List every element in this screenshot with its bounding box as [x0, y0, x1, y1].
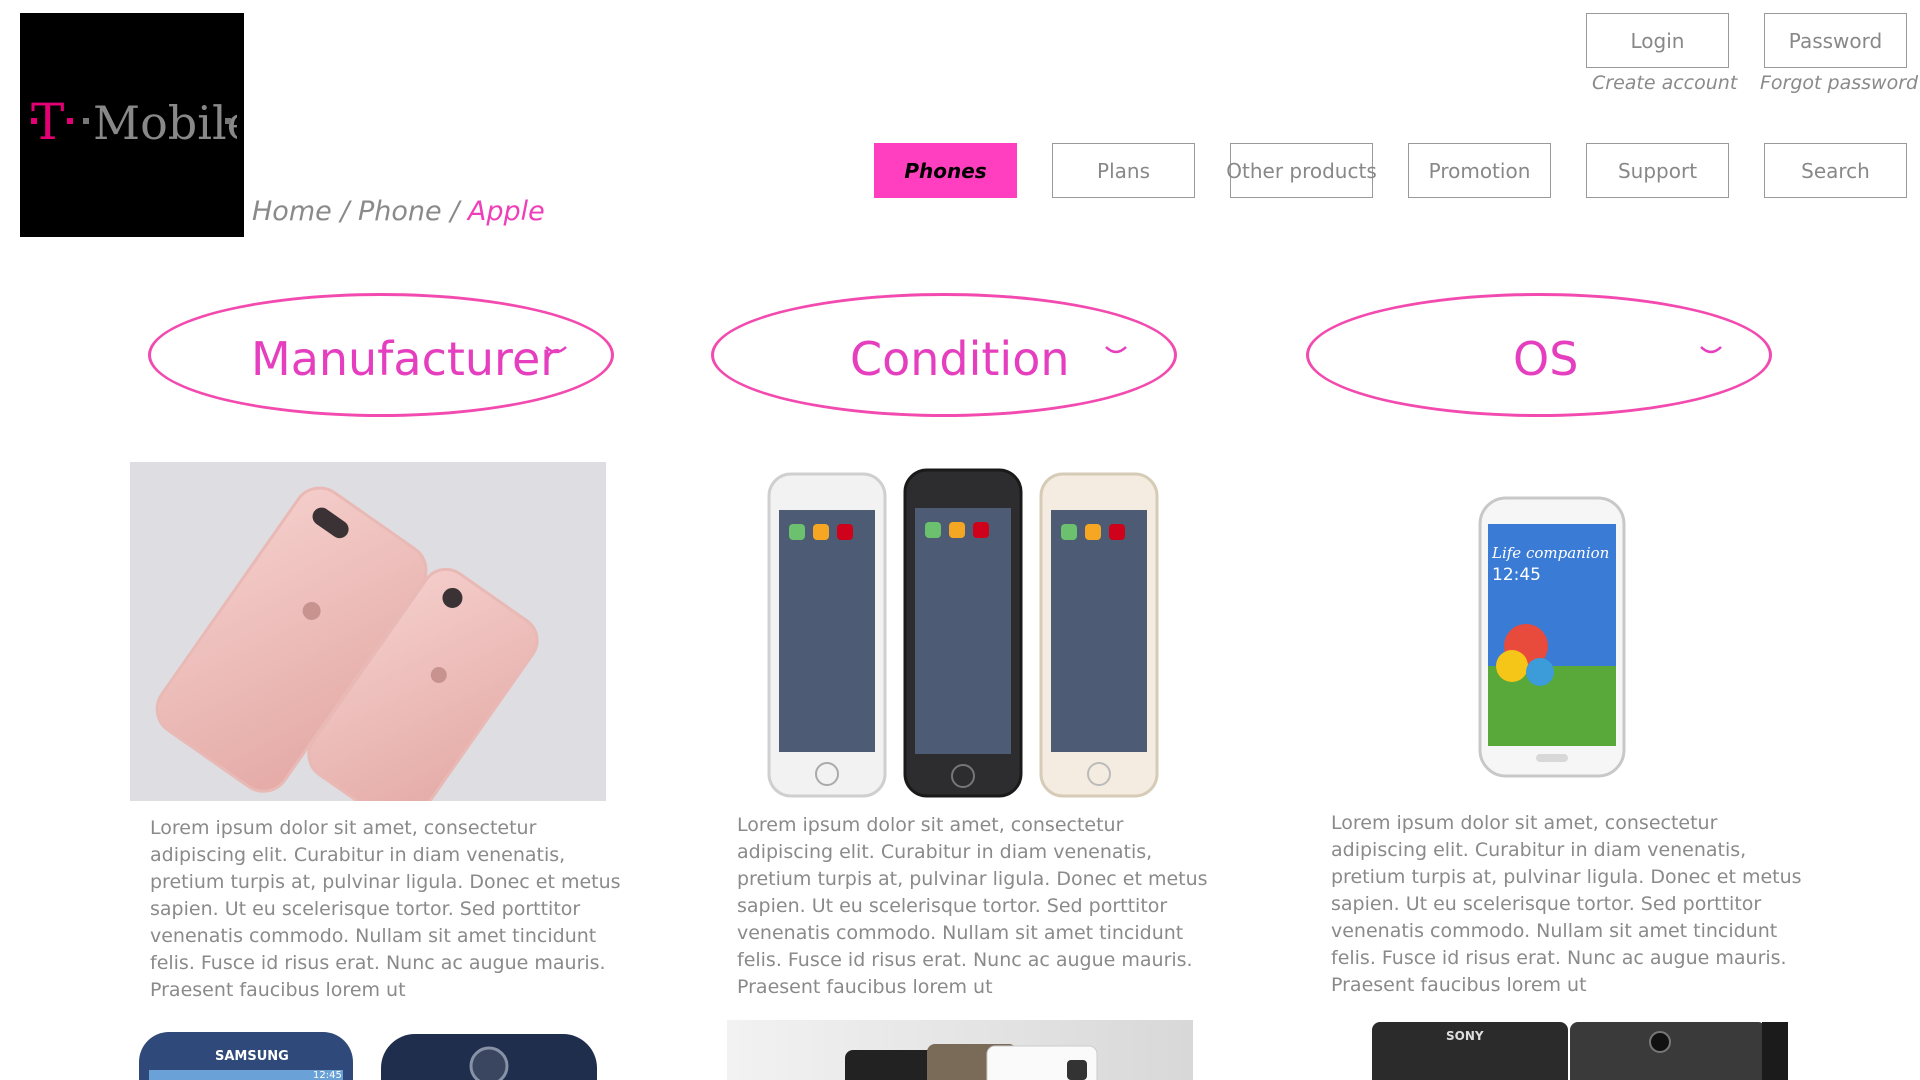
iphone-space-gray [903, 468, 1023, 798]
product-description: Lorem ipsum dolor sit amet, consectetur … [1331, 812, 1802, 996]
sony-xperia-image[interactable]: SONY [1370, 1020, 1790, 1080]
brand-text: SAMSUNG [215, 1049, 289, 1064]
create-account-link[interactable]: Create account [1592, 72, 1737, 94]
nav-search[interactable]: Search [1764, 143, 1907, 198]
breadcrumb-home[interactable]: Home [252, 196, 332, 227]
product-description: Lorem ipsum dolor sit amet, consectetur … [737, 814, 1208, 998]
brand-text: SONY [1446, 1029, 1484, 1043]
login-button[interactable]: Login [1586, 13, 1729, 68]
breadcrumb-current: Apple [467, 196, 545, 227]
breadcrumb-separator: / [331, 196, 358, 227]
product-description: Lorem ipsum dolor sit amet, consectetur … [150, 817, 621, 1001]
nav-phones[interactable]: Phones [874, 143, 1017, 198]
condition-filter[interactable]: Condition [711, 293, 1177, 417]
os-filter[interactable]: OS [1306, 293, 1772, 417]
manufacturer-filter[interactable]: Manufacturer [148, 293, 614, 417]
logo-graphic: T Mobile [31, 93, 237, 151]
screen-text: Life companion [1491, 544, 1609, 562]
screen-time: 12:45 [1492, 565, 1541, 585]
nav-promotion[interactable]: Promotion [1408, 143, 1551, 198]
forgot-password-link[interactable]: Forgot password [1760, 72, 1918, 94]
rose-gold-iphone-7-image[interactable] [130, 462, 606, 801]
chevron-down-icon [1700, 346, 1722, 354]
chevron-down-icon [545, 346, 567, 354]
breadcrumb-separator: / [441, 196, 468, 227]
screen-time: 12:45 [313, 1070, 342, 1080]
nav-support[interactable]: Support [1586, 143, 1729, 198]
nav-other-products[interactable]: Other products [1226, 143, 1377, 198]
samsung-galaxy-image[interactable]: SAMSUNG 12:45 [137, 1030, 597, 1080]
samsung-galaxy-s4-image[interactable]: Life companion 12:45 [1478, 496, 1626, 778]
filter-label: Manufacturer [251, 332, 560, 386]
filter-label: Condition [850, 332, 1070, 386]
svg-text:Mobile: Mobile [93, 96, 237, 150]
iphone-6-trio-image[interactable] [755, 460, 1175, 802]
iphone-silver [767, 472, 887, 798]
t-mobile-logo[interactable]: T Mobile [20, 13, 244, 237]
chevron-down-icon [1105, 346, 1127, 354]
breadcrumb-phone[interactable]: Phone [358, 196, 442, 227]
password-button[interactable]: Password [1764, 13, 1907, 68]
filter-label: OS [1513, 332, 1579, 386]
breadcrumb: Home / Phone / Apple [252, 196, 545, 227]
phones-group-image[interactable] [727, 1020, 1193, 1080]
nav-plans[interactable]: Plans [1052, 143, 1195, 198]
iphone-gold [1039, 472, 1159, 798]
